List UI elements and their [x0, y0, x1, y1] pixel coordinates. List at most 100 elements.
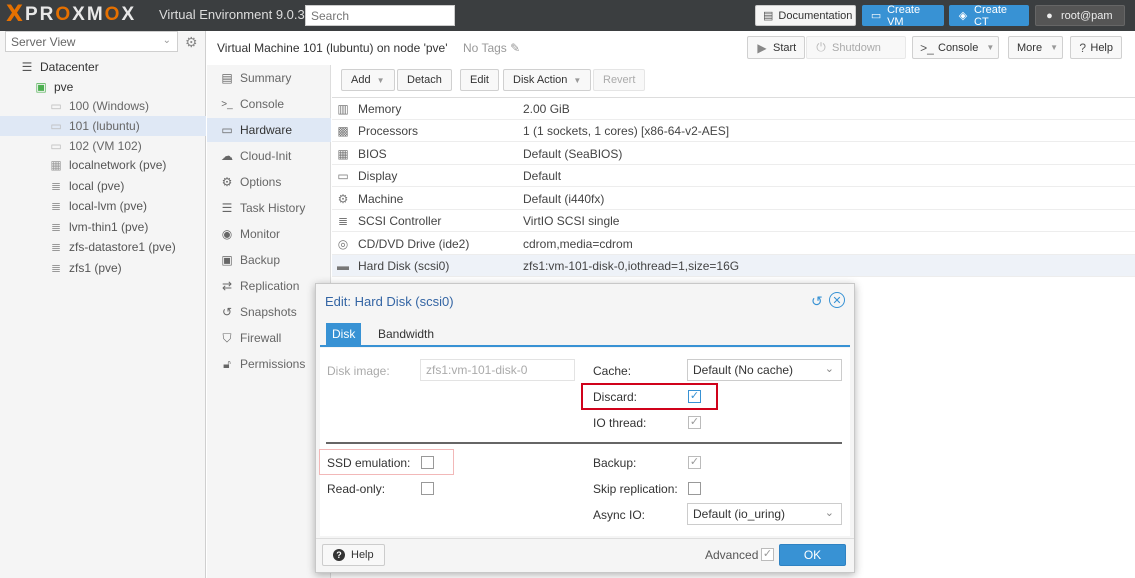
menu-replication[interactable]: ⇄ Replication: [207, 274, 331, 298]
logo-x-mark: X: [6, 2, 23, 27]
menu-monitor[interactable]: ◉ Monitor: [207, 222, 331, 246]
power-icon: ⏻: [816, 40, 826, 54]
backup-label: Backup:: [593, 456, 637, 470]
hardware-row-cdrom[interactable]: ◎ CD/DVD Drive (ide2) cdrom,media=cdrom: [332, 233, 1135, 255]
desktop-icon: ▭: [337, 168, 349, 183]
storage-icon: ≣: [50, 261, 62, 275]
user-icon: ●: [1046, 9, 1053, 22]
tree-item-vm-101[interactable]: ▭ 101 (lubuntu): [0, 116, 206, 136]
tree-item-vm-102[interactable]: ▭ 102 (VM 102): [0, 136, 206, 156]
backup-checkbox[interactable]: ✓: [688, 456, 701, 469]
eye-icon: ◉: [221, 227, 233, 241]
hardware-row-processors[interactable]: ▩ Processors 1 (1 sockets, 1 cores) [x86-6…: [332, 120, 1135, 142]
check-icon: ✓: [689, 416, 700, 428]
desktop-icon: ▭: [870, 10, 882, 22]
reset-icon[interactable]: ↺: [811, 293, 823, 310]
tree-item-datacenter[interactable]: ☰ Datacenter: [0, 57, 206, 77]
list-icon: ☰: [221, 201, 233, 215]
view-selector[interactable]: Server View ⌄: [5, 31, 178, 52]
disk-action-button[interactable]: Disk Action ▼: [503, 69, 592, 91]
menu-console[interactable]: >_ Console: [207, 92, 331, 116]
hardware-row-hard-disk[interactable]: ▬ Hard Disk (scsi0) zfs1:vm-101-disk-0,iot…: [332, 255, 1135, 277]
menu-snapshots[interactable]: ↺ Snapshots: [207, 300, 331, 324]
menu-task-history[interactable]: ☰ Task History: [207, 196, 331, 220]
shutdown-button[interactable]: ⏻ Shutdown: [806, 36, 906, 59]
ok-button[interactable]: OK: [779, 544, 846, 566]
monitor-icon: ▭: [50, 119, 62, 133]
question-icon: ?: [1079, 40, 1087, 55]
chevron-down-icon: ▼: [986, 43, 995, 52]
start-button[interactable]: ▶ Start: [747, 36, 806, 59]
hardware-row-machine[interactable]: ⚙ Machine Default (i440fx): [332, 188, 1135, 210]
read-only-checkbox[interactable]: [421, 482, 434, 495]
documentation-button[interactable]: ▤ Documentation: [755, 5, 856, 26]
ssd-emulation-label: SSD emulation:: [327, 456, 411, 470]
create-vm-button[interactable]: ▭ Create VM: [862, 4, 944, 28]
proxmox-logo[interactable]: X PROXMOX: [6, 4, 136, 26]
hardware-row-bios[interactable]: ▦ BIOS Default (SeaBIOS): [332, 143, 1135, 165]
cache-select[interactable]: Default (No cache) ⌄: [687, 359, 842, 381]
io-thread-label: IO thread:: [593, 416, 647, 430]
chip-icon: ▦: [337, 146, 349, 161]
detach-button[interactable]: Detach: [397, 69, 452, 91]
tree-item-zfs1[interactable]: ≣ zfs1 (pve): [0, 258, 206, 278]
database-icon: ≣: [337, 213, 349, 228]
menu-summary[interactable]: ▤ Summary: [207, 66, 331, 90]
help-button[interactable]: ? Help: [1070, 36, 1122, 59]
close-icon[interactable]: ✕: [829, 292, 845, 308]
revert-button[interactable]: Revert: [593, 69, 646, 91]
server-icon: ☰: [21, 60, 33, 74]
page-title: Virtual Machine 101 (lubuntu) on node 'p…: [217, 41, 448, 55]
chevron-down-icon: ⌄: [162, 35, 171, 46]
tab-bandwidth[interactable]: Bandwidth: [372, 323, 440, 345]
menu-options[interactable]: ⚙ Options: [207, 170, 331, 194]
console-button[interactable]: >_ Console ▼: [912, 36, 999, 59]
more-button[interactable]: More ▼: [1008, 36, 1063, 59]
tab-disk[interactable]: Disk: [326, 323, 362, 345]
ssd-emulation-checkbox[interactable]: [421, 456, 434, 469]
menu-hardware[interactable]: ▭ Hardware: [207, 118, 331, 142]
search-input[interactable]: [305, 5, 455, 26]
dialog-help-button[interactable]: ? Help: [322, 544, 385, 566]
edit-button[interactable]: Edit: [460, 69, 499, 91]
discard-checkbox[interactable]: ✓: [688, 390, 701, 403]
monitor-icon: ▭: [50, 99, 62, 113]
chevron-down-icon: ▼: [573, 75, 582, 85]
cache-label: Cache:: [593, 364, 632, 378]
tree-item-local[interactable]: ≣ local (pve): [0, 176, 206, 196]
cube-icon: ◈: [958, 10, 968, 22]
tree-item-zfs-datastore1[interactable]: ≣ zfs-datastore1 (pve): [0, 237, 206, 257]
book-icon: ▤: [763, 10, 774, 22]
gear-icon: ⚙: [221, 175, 233, 189]
tree-item-lvm-thin1[interactable]: ≣ lvm-thin1 (pve): [0, 217, 206, 237]
book-icon: ▤: [221, 71, 233, 85]
version-label: Virtual Environment 9.0.3: [159, 7, 305, 22]
skip-replication-checkbox[interactable]: [688, 482, 701, 495]
tree-item-localnetwork[interactable]: ▦ localnetwork (pve): [0, 155, 206, 175]
retweet-icon: ⇄: [221, 279, 233, 293]
disk-image-field: zfs1:vm-101-disk-0: [420, 359, 575, 381]
terminal-icon: >_: [221, 98, 233, 110]
hardware-row-memory[interactable]: ▥ Memory 2.00 GiB: [332, 98, 1135, 120]
memory-icon: ▥: [337, 101, 349, 116]
menu-permissions[interactable]: 🔓︎ Permissions: [207, 352, 331, 376]
tree-item-pve[interactable]: ▣ pve: [0, 77, 206, 97]
user-menu-button[interactable]: ● root@pam: [1035, 5, 1125, 26]
gear-icon[interactable]: ⚙: [185, 34, 198, 51]
io-thread-checkbox[interactable]: ✓: [688, 416, 701, 429]
hardware-row-scsi-controller[interactable]: ≣ SCSI Controller VirtIO SCSI single: [332, 210, 1135, 232]
tree-item-vm-100[interactable]: ▭ 100 (Windows): [0, 96, 206, 116]
create-ct-button[interactable]: ◈ Create CT: [949, 4, 1029, 28]
history-icon: ↺: [221, 305, 233, 319]
menu-cloud-init[interactable]: ☁ Cloud-Init: [207, 144, 331, 168]
menu-firewall[interactable]: ⛉ Firewall: [207, 326, 331, 350]
tags-editor[interactable]: No Tags ✎: [463, 41, 520, 55]
chevron-down-icon: ⌄: [824, 363, 834, 375]
tree-item-local-lvm[interactable]: ≣ local-lvm (pve): [0, 196, 206, 216]
add-button[interactable]: Add ▼: [341, 69, 395, 91]
advanced-checkbox[interactable]: ✓: [761, 548, 774, 561]
menu-backup[interactable]: ▣ Backup: [207, 248, 331, 272]
hardware-row-display[interactable]: ▭ Display Default: [332, 165, 1135, 187]
async-io-select[interactable]: Default (io_uring) ⌄: [687, 503, 842, 525]
check-icon: ✓: [689, 456, 700, 468]
